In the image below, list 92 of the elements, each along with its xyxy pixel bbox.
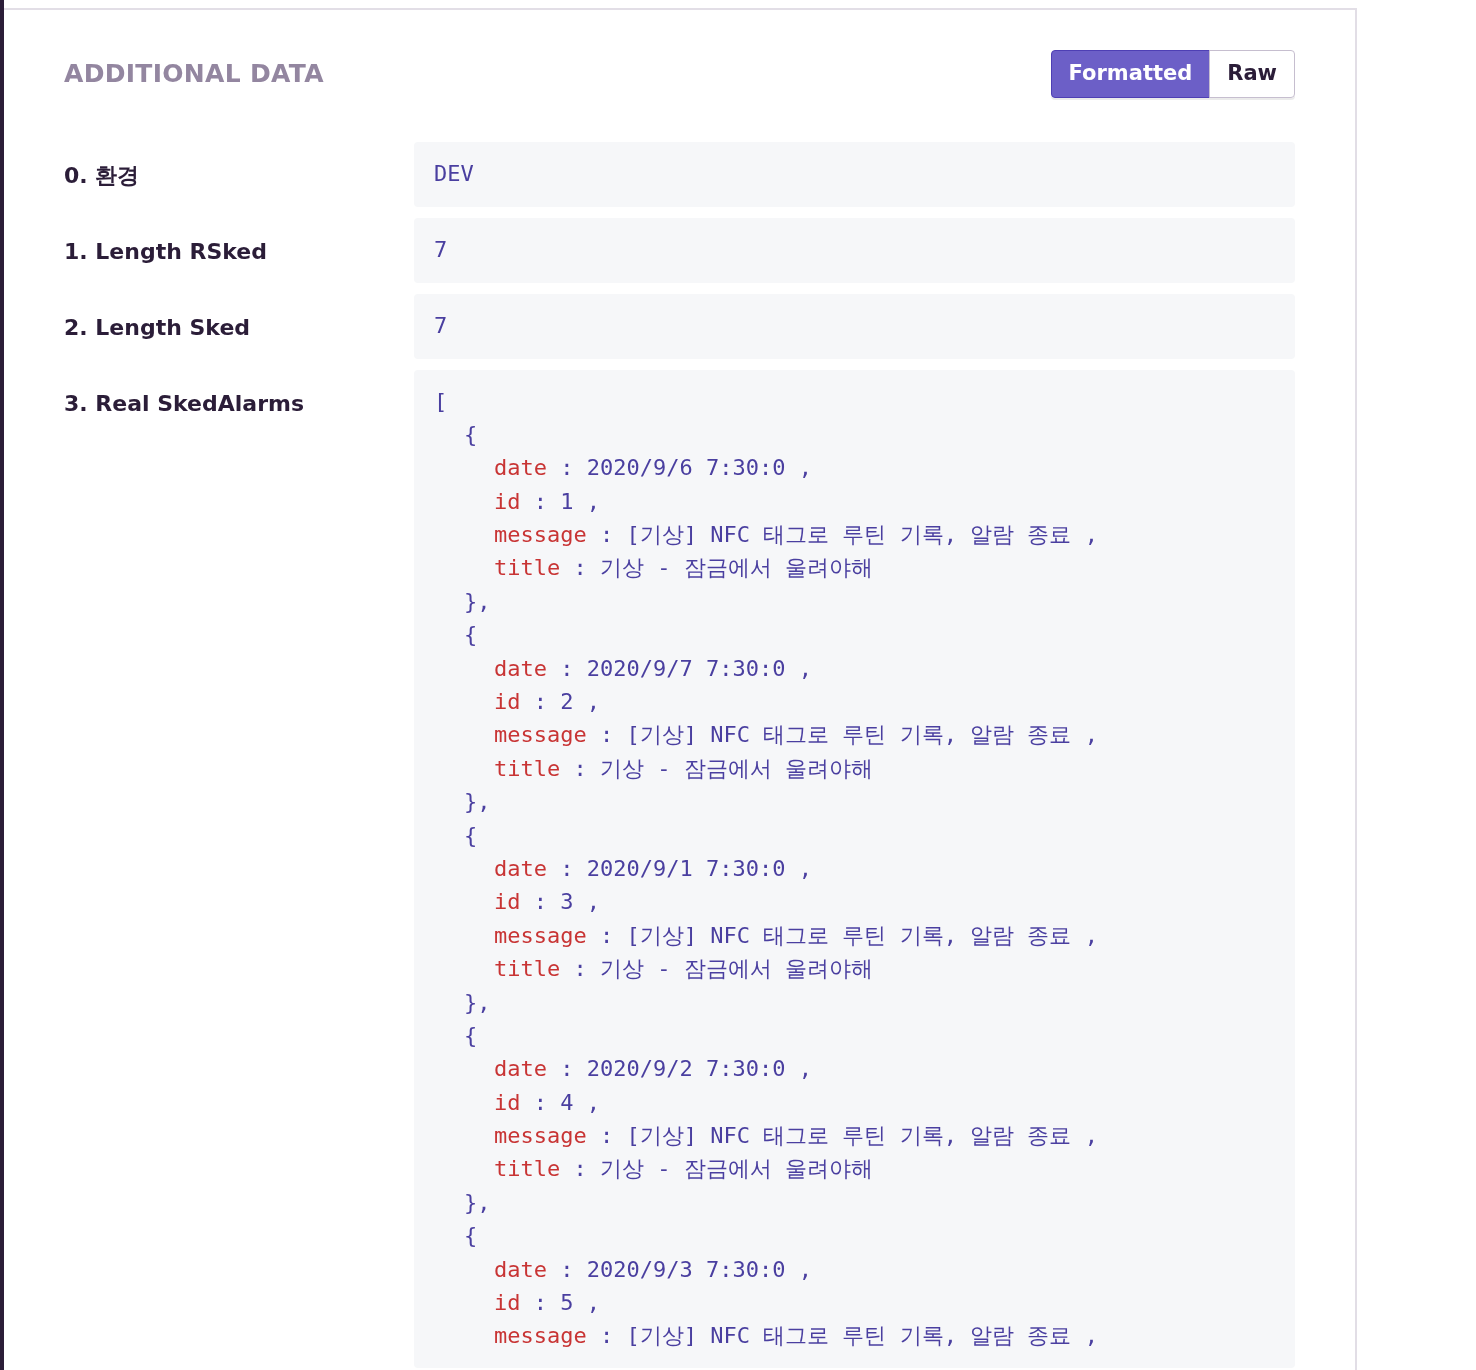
colon: : (573, 555, 587, 581)
bracket: { (464, 622, 478, 648)
json-key: date (494, 655, 547, 681)
json-key: title (494, 755, 561, 781)
colon: : (533, 889, 547, 915)
json-value: 기상 - 잠금에서 울려야해 (600, 555, 873, 581)
colon: : (599, 1323, 614, 1349)
json-key: message (494, 922, 587, 948)
comma: , (1084, 922, 1098, 948)
bracket: { (464, 1223, 478, 1249)
json-value: 2020/9/2 7:30:0 (586, 1056, 786, 1082)
colon: : (560, 855, 574, 881)
colon: : (533, 488, 547, 514)
json-value: [기상] NFC 태그로 루틴 기록, 알람 종료 (626, 522, 1072, 548)
comma: , (798, 455, 812, 481)
view-toggle-button[interactable]: Formatted (1050, 50, 1211, 98)
json-key: id (494, 1089, 521, 1115)
colon: : (599, 722, 614, 748)
json-key: date (494, 455, 547, 481)
json-key: message (494, 1323, 587, 1349)
json-key: message (494, 522, 587, 548)
bracket: { (464, 822, 478, 848)
json-value: 2020/9/7 7:30:0 (586, 655, 786, 681)
comma: , (586, 689, 600, 714)
json-value: 5 (560, 1290, 574, 1316)
comma: , (586, 1089, 600, 1115)
colon: : (533, 689, 547, 714)
colon: : (560, 455, 574, 481)
json-value: 기상 - 잠금에서 울려야해 (600, 1156, 873, 1182)
comma: , (1084, 1323, 1098, 1349)
json-value: 4 (560, 1089, 574, 1115)
bracket: }, (464, 989, 491, 1015)
bracket: [ (434, 388, 448, 414)
json-key: title (494, 555, 561, 581)
json-value: [기상] NFC 태그로 루틴 기록, 알람 종료 (626, 722, 1072, 748)
comma: , (586, 1290, 600, 1316)
colon: : (533, 1290, 547, 1316)
value-field: 7 (414, 293, 1295, 359)
json-key: message (494, 1123, 587, 1149)
colon: : (533, 1089, 547, 1115)
comma: , (586, 889, 600, 915)
bracket: }, (464, 789, 491, 815)
comma: , (1084, 522, 1098, 548)
json-key: id (494, 889, 521, 915)
bracket: { (464, 1022, 478, 1048)
json-key: title (494, 956, 561, 982)
json-value: [기상] NFC 태그로 루틴 기록, 알람 종료 (626, 1123, 1072, 1149)
json-value: 1 (560, 488, 574, 514)
comma: , (798, 1056, 812, 1082)
comma: , (586, 488, 600, 514)
bracket: }, (464, 588, 491, 614)
json-value: 2 (560, 689, 574, 714)
json-key: date (494, 855, 547, 881)
json-value: 2020/9/3 7:30:0 (586, 1256, 786, 1282)
data-key: 2. Length Sked (64, 293, 414, 359)
json-value: 3 (560, 889, 574, 915)
colon: : (573, 956, 587, 982)
json-value: [기상] NFC 태그로 루틴 기록, 알람 종료 (626, 1323, 1072, 1349)
comma: , (798, 855, 812, 881)
value-field: 7 (414, 217, 1295, 283)
colon: : (573, 1156, 587, 1182)
data-key: 1. Length RSked (64, 217, 414, 283)
colon: : (560, 655, 574, 681)
colon: : (560, 1256, 574, 1282)
data-key: 0. 환경 (64, 141, 414, 207)
json-key: title (494, 1156, 561, 1182)
json-value: 2020/9/1 7:30:0 (586, 855, 786, 881)
comma: , (798, 1256, 812, 1282)
json-key: date (494, 1256, 547, 1282)
json-key: id (494, 488, 521, 514)
data-key: 3. Real SkedAlarms (64, 369, 414, 1368)
colon: : (599, 522, 614, 548)
colon: : (599, 922, 614, 948)
json-value: 2020/9/6 7:30:0 (586, 455, 786, 481)
view-toggle-button[interactable]: Raw (1209, 50, 1295, 98)
json-key: id (494, 689, 521, 714)
json-value: [기상] NFC 태그로 루틴 기록, 알람 종료 (626, 922, 1072, 948)
json-value: 기상 - 잠금에서 울려야해 (600, 755, 873, 781)
comma: , (1084, 722, 1098, 748)
comma: , (798, 655, 812, 681)
colon: : (573, 755, 587, 781)
colon: : (599, 1123, 614, 1149)
value-field: DEV (414, 141, 1295, 207)
section-title: ADDITIONAL DATA (64, 58, 324, 90)
json-key: id (494, 1290, 521, 1316)
bracket: }, (464, 1189, 491, 1215)
bracket: { (464, 421, 478, 447)
json-key: date (494, 1056, 547, 1082)
comma: , (1084, 1123, 1098, 1149)
json-value: 기상 - 잠금에서 울려야해 (600, 956, 873, 982)
colon: : (560, 1056, 574, 1082)
json-key: message (494, 722, 587, 748)
